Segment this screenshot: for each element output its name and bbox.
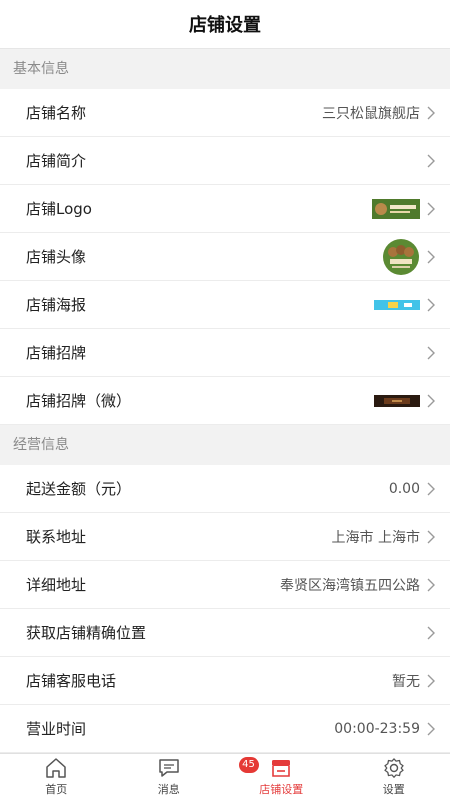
signboard-mini-thumbnail xyxy=(374,394,420,407)
chevron-right-icon xyxy=(427,154,435,167)
shop-icon xyxy=(272,760,291,777)
row-label: 店铺Logo xyxy=(26,200,92,218)
chevron-right-icon xyxy=(427,394,435,407)
home-icon xyxy=(46,758,66,778)
row-precise-location[interactable]: 获取店铺精确位置 xyxy=(0,609,450,657)
shop-name-value: 三只松鼠旗舰店 xyxy=(322,105,420,122)
chevron-right-icon xyxy=(427,106,435,119)
row-shop-intro[interactable]: 店铺简介 xyxy=(0,137,450,185)
section-business-info-title: 经营信息 xyxy=(0,425,450,465)
row-label: 店铺招牌（微） xyxy=(26,392,132,410)
section-basic-info-title: 基本信息 xyxy=(0,49,450,89)
row-service-phone[interactable]: 店铺客服电话 暂无 xyxy=(0,657,450,705)
avatar-thumbnail xyxy=(383,238,419,275)
row-label: 联系地址 xyxy=(26,528,87,546)
chevron-right-icon xyxy=(427,202,435,215)
row-label: 店铺海报 xyxy=(26,296,87,314)
row-label: 店铺简介 xyxy=(26,152,87,170)
row-label: 店铺名称 xyxy=(26,104,87,122)
row-label: 详细地址 xyxy=(26,576,87,594)
chevron-right-icon xyxy=(427,298,435,311)
row-label: 起送金额（元） xyxy=(26,480,132,498)
row-label: 营业时间 xyxy=(26,720,87,738)
chevron-right-icon xyxy=(427,578,435,591)
poster-thumbnail xyxy=(374,299,420,310)
row-shop-signboard-mini[interactable]: 店铺招牌（微） xyxy=(0,377,450,425)
min-order-value: 0.00 xyxy=(388,480,420,497)
chevron-right-icon xyxy=(427,722,435,735)
tab-label: 设置 xyxy=(382,783,405,796)
chevron-right-icon xyxy=(427,346,435,359)
row-label: 店铺招牌 xyxy=(26,344,87,362)
tab-messages[interactable]: 45 消息 xyxy=(113,754,259,800)
message-icon xyxy=(159,759,179,777)
row-shop-poster[interactable]: 店铺海报 xyxy=(0,281,450,329)
tab-label: 消息 xyxy=(157,783,180,796)
chevron-right-icon xyxy=(427,674,435,687)
row-contact-address[interactable]: 联系地址 上海市 上海市 xyxy=(0,513,450,561)
row-label: 获取店铺精确位置 xyxy=(26,624,147,642)
tab-settings[interactable]: 设置 xyxy=(338,754,450,800)
row-shop-name[interactable]: 店铺名称 三只松鼠旗舰店 xyxy=(0,89,450,137)
logo-thumbnail xyxy=(372,198,420,219)
tab-home[interactable]: 首页 xyxy=(0,754,113,800)
tab-shop-settings[interactable]: 店铺设置 xyxy=(225,754,338,800)
row-label: 店铺头像 xyxy=(26,248,87,266)
tab-label: 店铺设置 xyxy=(259,783,304,796)
page-title: 店铺设置 xyxy=(0,0,450,49)
contact-address-value: 上海市 上海市 xyxy=(331,529,420,546)
chevron-right-icon xyxy=(427,626,435,639)
row-business-hours[interactable]: 营业时间 00:00-23:59 xyxy=(0,705,450,753)
gear-icon xyxy=(384,758,404,778)
detail-address-value: 奉贤区海湾镇五四公路 xyxy=(280,577,420,594)
business-hours-value: 00:00-23:59 xyxy=(334,720,420,737)
chevron-right-icon xyxy=(427,530,435,543)
row-shop-logo[interactable]: 店铺Logo xyxy=(0,185,450,233)
service-phone-value: 暂无 xyxy=(392,673,420,690)
chevron-right-icon xyxy=(427,250,435,263)
row-label: 店铺客服电话 xyxy=(26,672,117,690)
bottom-tab-bar: 首页 45 消息 店铺设置 设置 xyxy=(0,753,450,800)
chevron-right-icon xyxy=(427,482,435,495)
row-shop-signboard[interactable]: 店铺招牌 xyxy=(0,329,450,377)
row-detail-address[interactable]: 详细地址 奉贤区海湾镇五四公路 xyxy=(0,561,450,609)
row-shop-avatar[interactable]: 店铺头像 xyxy=(0,233,450,281)
page-title-text: 店铺设置 xyxy=(189,15,261,36)
tab-label: 首页 xyxy=(45,783,68,796)
row-min-order-amount[interactable]: 起送金额（元） 0.00 xyxy=(0,465,450,513)
